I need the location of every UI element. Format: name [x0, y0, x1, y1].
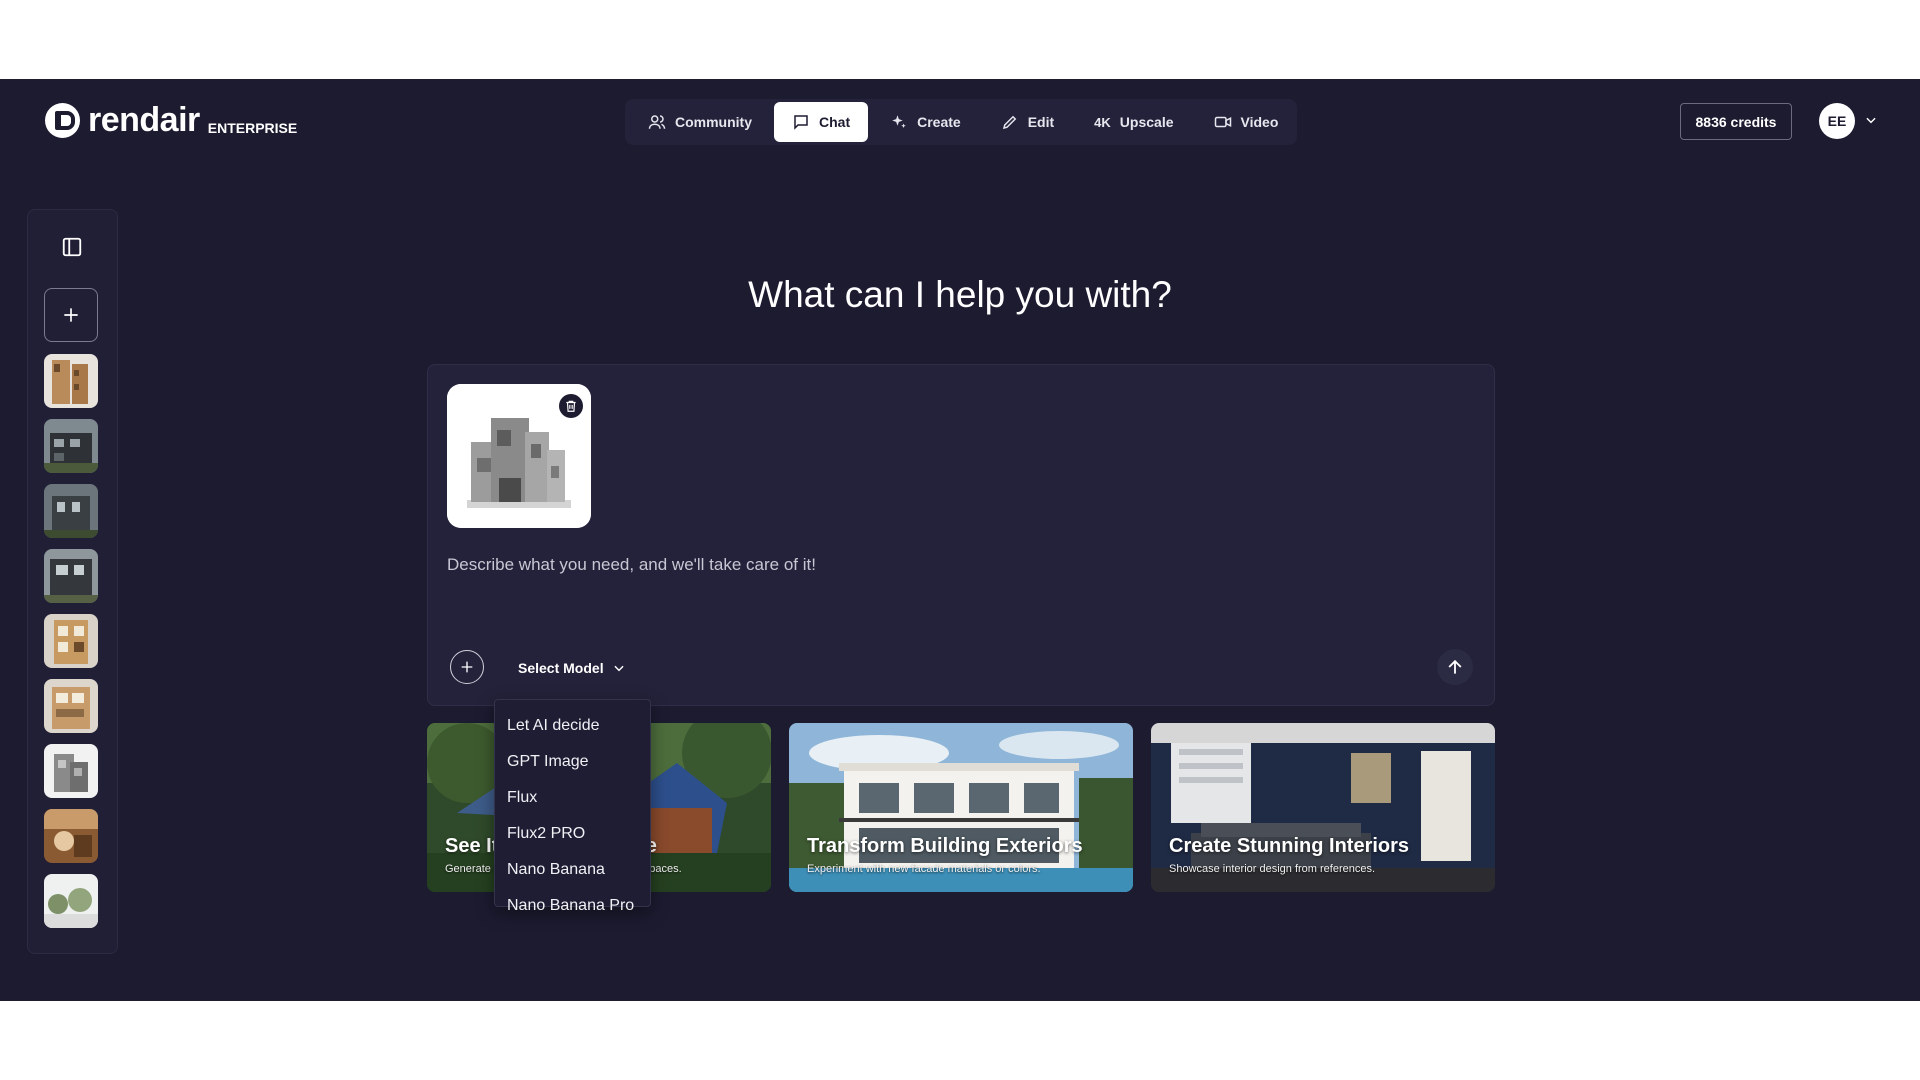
- history-thumbnail[interactable]: [44, 549, 98, 603]
- model-option[interactable]: Flux2 PRO: [495, 816, 650, 852]
- brand-name: rendair: [88, 101, 200, 139]
- feature-card-interiors[interactable]: Create Stunning Interiors Showcase inter…: [1151, 723, 1495, 892]
- users-icon: [648, 115, 666, 129]
- card-title: Create Stunning Interiors: [1169, 835, 1410, 857]
- card-subtitle: Showcase interior design from references…: [1169, 863, 1376, 875]
- nav-community[interactable]: Community: [630, 102, 770, 142]
- feature-card-exteriors[interactable]: Transform Building Exteriors Experiment …: [789, 723, 1133, 892]
- user-avatar[interactable]: EE: [1819, 103, 1855, 139]
- app-window: rendair ENTERPRISE Community Chat Create…: [0, 79, 1920, 1001]
- model-select-label: Select Model: [518, 660, 604, 676]
- page-headline: What can I help you with?: [748, 274, 1172, 315]
- plus-icon: [461, 661, 473, 673]
- trash-icon: [566, 400, 576, 412]
- model-option[interactable]: Flux: [495, 780, 650, 816]
- pencil-icon: [1002, 115, 1017, 130]
- prompt-input[interactable]: Describe what you need, and we'll take c…: [447, 555, 816, 575]
- brand-logo[interactable]: rendair ENTERPRISE: [45, 101, 297, 140]
- nav-chat[interactable]: Chat: [774, 102, 869, 142]
- nav-community-label: Community: [675, 114, 752, 130]
- chat-icon: [794, 115, 808, 130]
- remove-image-button[interactable]: [559, 394, 583, 418]
- attached-image-preview[interactable]: [447, 384, 591, 528]
- history-thumbnail[interactable]: [44, 744, 98, 798]
- nav-edit[interactable]: Edit: [983, 102, 1072, 142]
- prompt-composer: Describe what you need, and we'll take c…: [427, 364, 1495, 706]
- credits-button[interactable]: 8836 credits: [1680, 103, 1792, 140]
- nav-upscale-label: Upscale: [1119, 114, 1174, 130]
- model-option[interactable]: Let AI decide: [495, 708, 650, 744]
- chevron-down-icon: [613, 665, 624, 672]
- model-option[interactable]: Nano Banana: [495, 852, 650, 888]
- brand-tier: ENTERPRISE: [207, 120, 298, 136]
- video-icon: [1214, 116, 1231, 128]
- nav-create[interactable]: Create: [872, 102, 979, 142]
- nav-upscale[interactable]: 4K Upscale: [1076, 102, 1191, 142]
- history-thumbnail[interactable]: [44, 354, 98, 408]
- rendair-logo-icon: [45, 103, 80, 138]
- nav-create-label: Create: [917, 114, 961, 130]
- card-title: Transform Building Exteriors: [807, 835, 1083, 857]
- nav-chat-label: Chat: [819, 114, 851, 130]
- nav-video-label: Video: [1240, 114, 1279, 130]
- model-dropdown-menu: Let AI decide GPT Image Flux Flux2 PRO N…: [494, 699, 651, 914]
- 4k-icon: 4K: [1094, 114, 1111, 130]
- top-navigation: Community Chat Create Edit 4K Upscale Vi…: [625, 99, 1297, 145]
- arrow-up-icon: [1448, 659, 1462, 674]
- history-thumbnail[interactable]: [44, 484, 98, 538]
- history-thumbnail[interactable]: [44, 809, 98, 863]
- history-thumbnail[interactable]: [44, 419, 98, 473]
- model-option[interactable]: GPT Image: [495, 744, 650, 780]
- model-select-dropdown[interactable]: Select Model: [518, 655, 626, 681]
- history-thumbnail[interactable]: [44, 614, 98, 668]
- history-thumbnail[interactable]: [44, 679, 98, 733]
- sparkle-icon: [892, 115, 906, 128]
- send-button[interactable]: [1437, 649, 1473, 685]
- card-subtitle: Experiment with new facade materials or …: [807, 863, 1041, 875]
- history-thumbnail[interactable]: [44, 874, 98, 928]
- add-attachment-button[interactable]: [450, 650, 484, 684]
- chevron-down-icon[interactable]: [1864, 113, 1878, 127]
- nav-video[interactable]: Video: [1196, 102, 1297, 142]
- model-option[interactable]: Nano Banana Pro: [495, 888, 650, 924]
- sidebar-toggle-icon[interactable]: [61, 236, 83, 258]
- history-sidebar: [27, 209, 118, 954]
- nav-edit-label: Edit: [1027, 114, 1055, 130]
